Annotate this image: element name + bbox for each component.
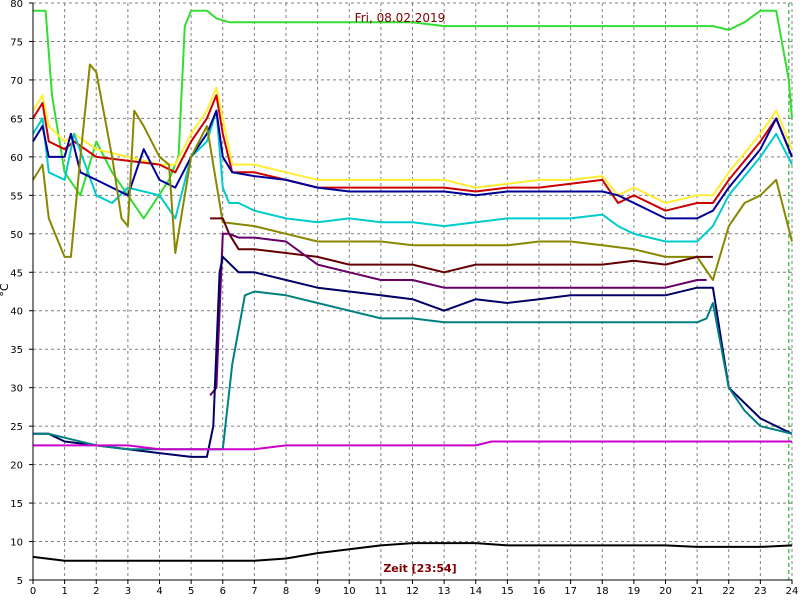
x-tick-label: 7 <box>251 586 257 597</box>
x-tick-label: 0 <box>30 586 36 597</box>
x-tick-label: 3 <box>125 586 131 597</box>
y-tick-label: 50 <box>10 230 23 241</box>
x-tick-label: 2 <box>93 586 99 597</box>
y-tick-label: 70 <box>10 76 23 87</box>
y-tick-label: 45 <box>10 268 23 279</box>
x-tick-label: 22 <box>722 586 735 597</box>
x-tick-label: 15 <box>501 586 514 597</box>
y-tick-label: 65 <box>10 114 23 125</box>
x-tick-label: 17 <box>564 586 577 597</box>
x-tick-label: 12 <box>406 586 419 597</box>
y-tick-label: 80 <box>10 0 23 10</box>
x-tick-label: 14 <box>469 586 482 597</box>
chart-title: Fri, 08.02.2019 <box>355 11 446 25</box>
x-tick-label: 23 <box>754 586 767 597</box>
x-tick-label: 19 <box>628 586 641 597</box>
y-tick-label: 20 <box>10 461 23 472</box>
y-tick-label: 60 <box>10 153 23 164</box>
x-tick-label: 11 <box>375 586 388 597</box>
y-tick-label: 5 <box>17 576 23 587</box>
x-tick-label: 20 <box>659 586 672 597</box>
x-tick-label: 21 <box>691 586 704 597</box>
x-tick-label: 9 <box>314 586 320 597</box>
y-tick-label: 15 <box>10 499 23 510</box>
x-tick-label: 24 <box>786 586 799 597</box>
y-tick-label: 35 <box>10 345 23 356</box>
y-tick-label: 25 <box>10 422 23 433</box>
y-tick-label: 10 <box>10 538 23 549</box>
temperature-chart: 0 1 2 3 4 5 6 7 8 9 10 11 12 13 14 15 16 17 18 19 20 21 22 23 24… <box>0 0 800 600</box>
y-tick-label: 40 <box>10 307 23 318</box>
x-tick-label: 1 <box>61 586 67 597</box>
x-tick-label: 4 <box>156 586 162 597</box>
x-tick-label: 10 <box>343 586 356 597</box>
x-axis-label: Zeit [23:54] <box>383 562 456 575</box>
y-axis-label: °C <box>0 283 11 297</box>
x-tick-label: 6 <box>220 586 226 597</box>
x-tick-label: 16 <box>533 586 546 597</box>
x-tick-label: 18 <box>596 586 609 597</box>
y-tick-label: 75 <box>10 37 23 48</box>
y-tick-label: 55 <box>10 191 23 202</box>
plot-background <box>0 0 800 600</box>
x-tick-label: 13 <box>438 586 451 597</box>
x-tick-label: 5 <box>188 586 194 597</box>
y-tick-label: 30 <box>10 384 23 395</box>
x-tick-label: 8 <box>283 586 289 597</box>
